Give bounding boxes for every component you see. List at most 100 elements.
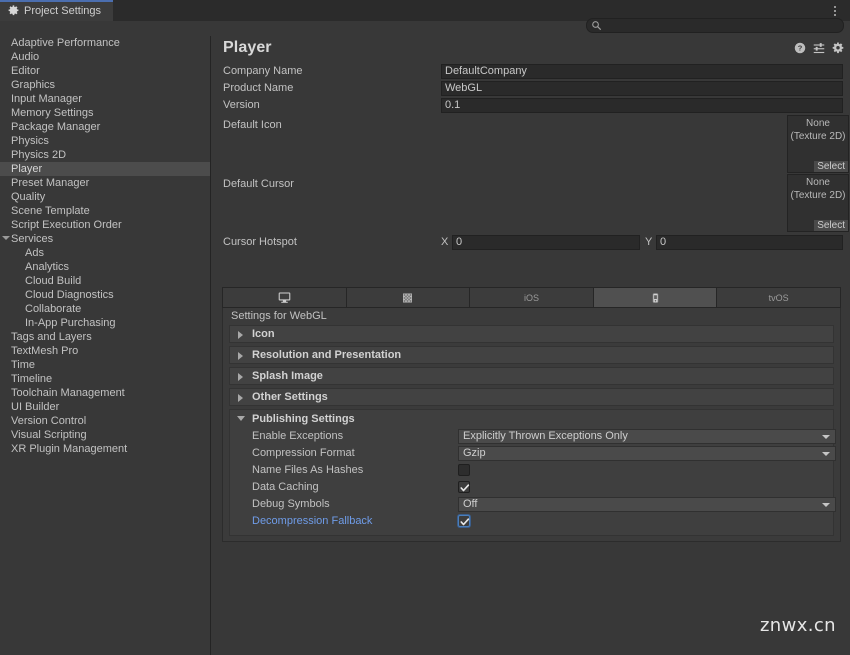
sidebar-item[interactable]: Memory Settings bbox=[0, 106, 210, 120]
foldout-resolution-label: Resolution and Presentation bbox=[252, 349, 402, 361]
sidebar-item-label: Version Control bbox=[11, 415, 87, 427]
sidebar-item-services[interactable]: Services bbox=[0, 232, 210, 246]
help-icon[interactable]: ? bbox=[794, 42, 806, 54]
sidebar-item[interactable]: Analytics bbox=[0, 260, 210, 274]
platform-tab-ios[interactable]: iOS bbox=[470, 288, 594, 307]
sidebar-item-label: Cloud Diagnostics bbox=[25, 289, 114, 301]
data-caching-checkbox[interactable] bbox=[458, 481, 470, 493]
foldout-icon[interactable]: Icon bbox=[229, 325, 834, 343]
foldout-other-settings[interactable]: Other Settings bbox=[229, 388, 834, 406]
window-content: Adaptive Performance Audio Editor Graphi… bbox=[0, 21, 850, 655]
enable-exceptions-label: Enable Exceptions bbox=[252, 430, 344, 442]
sidebar-item-label: Physics bbox=[11, 135, 49, 147]
foldout-resolution-and-presentation[interactable]: Resolution and Presentation bbox=[229, 346, 834, 364]
sidebar-item[interactable]: Cloud Diagnostics bbox=[0, 288, 210, 302]
sidebar-item[interactable]: UI Builder bbox=[0, 400, 210, 414]
sidebar-item-label: Time bbox=[11, 359, 36, 371]
name-files-as-hashes-checkbox[interactable] bbox=[458, 464, 470, 476]
hotspot-y-input[interactable]: 0 bbox=[656, 235, 843, 250]
sidebar-item-label: Package Manager bbox=[11, 121, 101, 133]
sidebar-item-player[interactable]: Player bbox=[0, 162, 210, 176]
sidebar-item[interactable]: Visual Scripting bbox=[0, 428, 210, 442]
sidebar-item[interactable]: Adaptive Performance bbox=[0, 36, 210, 50]
sidebar-item-label: Visual Scripting bbox=[11, 429, 87, 441]
compression-format-label: Compression Format bbox=[252, 447, 355, 459]
sidebar-item-label: Scene Template bbox=[11, 205, 90, 217]
settings-category-list[interactable]: Adaptive Performance Audio Editor Graphi… bbox=[0, 36, 211, 655]
sidebar-item[interactable]: Physics bbox=[0, 134, 210, 148]
sidebar-item[interactable]: Package Manager bbox=[0, 120, 210, 134]
default-icon-object-picker[interactable]: None (Texture 2D) Select bbox=[787, 115, 849, 173]
platform-tab-webgl[interactable] bbox=[593, 288, 718, 307]
desktop-icon bbox=[278, 291, 291, 304]
sidebar-item[interactable]: Editor bbox=[0, 64, 210, 78]
sidebar-item[interactable]: Ads bbox=[0, 246, 210, 260]
default-cursor-object-picker[interactable]: None (Texture 2D) Select bbox=[787, 174, 849, 232]
sidebar-item[interactable]: Cloud Build bbox=[0, 274, 210, 288]
platform-tab-tvos[interactable]: tvOS bbox=[717, 288, 840, 307]
publishing-settings-header[interactable]: Publishing Settings bbox=[230, 410, 833, 428]
foldout-splash-image[interactable]: Splash Image bbox=[229, 367, 834, 385]
field-row-cursor-hotspot: Cursor Hotspot X 0 Y 0 bbox=[212, 234, 850, 253]
sidebar-item-label: Analytics bbox=[25, 261, 70, 273]
sidebar-item-label: Editor bbox=[11, 65, 40, 77]
sidebar-item-label: Graphics bbox=[11, 79, 56, 91]
window-tab-strip: Project Settings bbox=[0, 0, 114, 21]
sidebar-item[interactable]: In-App Purchasing bbox=[0, 316, 210, 330]
sidebar-item-label: Script Execution Order bbox=[11, 219, 122, 231]
hotspot-x-input[interactable]: 0 bbox=[452, 235, 640, 250]
compression-format-value: Gzip bbox=[463, 447, 486, 459]
platform-tab-tvos-label: tvOS bbox=[768, 292, 789, 303]
platform-tab-android[interactable] bbox=[346, 288, 471, 307]
project-settings-window: Project Settings Adaptive Performance Au… bbox=[0, 0, 850, 655]
sidebar-item-label: Adaptive Performance bbox=[11, 37, 120, 49]
sidebar-item[interactable]: TextMesh Pro bbox=[0, 344, 210, 358]
default-cursor-select-button[interactable]: Select bbox=[814, 220, 848, 231]
enable-exceptions-dropdown[interactable]: Explicitly Thrown Exceptions Only bbox=[458, 429, 836, 444]
sidebar-item[interactable]: Preset Manager bbox=[0, 176, 210, 190]
sidebar-item[interactable]: Audio bbox=[0, 50, 210, 64]
setting-row-enable-exceptions: Enable Exceptions Explicitly Thrown Exce… bbox=[230, 428, 836, 445]
sidebar-item-label: Services bbox=[11, 233, 54, 245]
sidebar-item[interactable]: Physics 2D bbox=[0, 148, 210, 162]
sidebar-item[interactable]: Scene Template bbox=[0, 204, 210, 218]
chevron-down-icon[interactable] bbox=[2, 236, 10, 240]
company-name-input[interactable]: DefaultCompany bbox=[441, 64, 843, 79]
sidebar-item[interactable]: XR Plugin Management bbox=[0, 442, 210, 456]
field-row-product-name: Product Name WebGL bbox=[212, 80, 850, 97]
debug-symbols-dropdown[interactable]: Off bbox=[458, 497, 836, 512]
sidebar-item[interactable]: Graphics bbox=[0, 78, 210, 92]
sidebar-item[interactable]: Quality bbox=[0, 190, 210, 204]
default-icon-select-button[interactable]: Select bbox=[814, 161, 848, 172]
sidebar-item[interactable]: Input Manager bbox=[0, 92, 210, 106]
compression-format-dropdown[interactable]: Gzip bbox=[458, 446, 836, 461]
sidebar-item[interactable]: Timeline bbox=[0, 372, 210, 386]
sidebar-item-label: XR Plugin Management bbox=[11, 443, 128, 455]
gear-icon bbox=[8, 5, 19, 16]
sidebar-item-label: TextMesh Pro bbox=[11, 345, 79, 357]
sidebar-item[interactable]: Collaborate bbox=[0, 302, 210, 316]
sidebar-item[interactable]: Tags and Layers bbox=[0, 330, 210, 344]
kebab-menu-icon[interactable] bbox=[827, 2, 843, 19]
gear-icon[interactable] bbox=[832, 42, 844, 54]
decompression-fallback-checkbox[interactable] bbox=[458, 515, 470, 527]
version-input[interactable]: 0.1 bbox=[441, 98, 843, 113]
settings-for-label: Settings for WebGL bbox=[231, 310, 327, 322]
platform-tab-bar[interactable]: iOS tvOS bbox=[222, 287, 841, 308]
sidebar-item[interactable]: Time bbox=[0, 358, 210, 372]
publishing-settings-label: Publishing Settings bbox=[252, 413, 355, 425]
sidebar-item-label: Quality bbox=[11, 191, 46, 203]
preset-icon[interactable] bbox=[813, 42, 825, 54]
product-name-input[interactable]: WebGL bbox=[441, 81, 843, 96]
chevron-right-icon bbox=[238, 394, 243, 402]
svg-text:?: ? bbox=[798, 44, 803, 53]
window-tab-project-settings[interactable]: Project Settings bbox=[0, 0, 114, 21]
sidebar-item[interactable]: Script Execution Order bbox=[0, 218, 210, 232]
sidebar-item[interactable]: Version Control bbox=[0, 414, 210, 428]
chevron-down-icon bbox=[822, 452, 830, 456]
sidebar-item-label: Player bbox=[11, 163, 43, 175]
sidebar-item[interactable]: Toolchain Management bbox=[0, 386, 210, 400]
platform-tab-desktop[interactable] bbox=[223, 288, 347, 307]
version-label: Version bbox=[223, 99, 260, 111]
foldout-other-settings-label: Other Settings bbox=[252, 391, 328, 403]
